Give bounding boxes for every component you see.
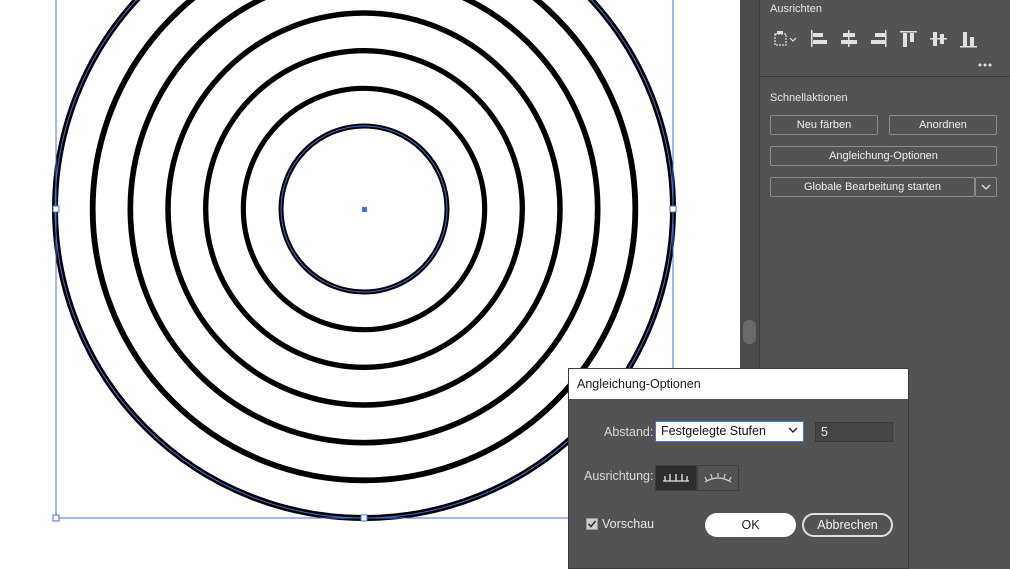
align-left-edges-icon[interactable] — [808, 28, 830, 50]
chevron-down-icon — [788, 427, 798, 433]
align-to-selection-icon[interactable] — [772, 28, 797, 50]
spacing-value: Festgelegte Stufen — [661, 424, 766, 438]
dialog-titlebar[interactable]: Angleichung-Optionen — [569, 369, 908, 399]
spacing-label: Abstand: — [604, 425, 654, 439]
selection-handle-bottom-left[interactable] — [52, 514, 60, 522]
global-edit-dropdown-button[interactable] — [975, 177, 997, 197]
quick-actions-title: Schnellaktionen — [770, 92, 848, 104]
steps-input[interactable]: 5 — [815, 422, 893, 442]
blend-options-dialog: Angleichung-Optionen Abstand: Festgelegt… — [568, 368, 909, 569]
preview-label[interactable]: Vorschau — [602, 517, 654, 531]
align-to-page-icon — [663, 474, 689, 482]
ok-button[interactable]: OK — [705, 513, 796, 537]
orientation-label: Ausrichtung: — [584, 469, 654, 483]
blend-options-button[interactable]: Angleichung-Optionen — [770, 146, 997, 166]
section-divider — [760, 76, 1010, 77]
align-right-edges-icon[interactable] — [868, 28, 890, 50]
align-horizontal-centers-icon[interactable] — [838, 28, 860, 50]
align-vertical-centers-icon[interactable] — [928, 28, 950, 50]
preview-checkbox[interactable] — [586, 518, 598, 530]
align-to-page-button[interactable] — [655, 465, 697, 491]
more-options-icon[interactable] — [976, 58, 994, 70]
checkmark-icon — [587, 520, 597, 528]
align-to-path-button[interactable] — [697, 465, 739, 491]
align-to-path-icon — [704, 473, 732, 483]
align-top-edges-icon[interactable] — [898, 28, 920, 50]
cancel-button[interactable]: Abbrechen — [802, 513, 893, 537]
dialog-title: Angleichung-Optionen — [577, 377, 701, 391]
arrange-button[interactable]: Anordnen — [889, 115, 997, 135]
center-point — [362, 207, 367, 212]
selection-handle-bottom[interactable] — [360, 514, 368, 522]
blend-ring[interactable] — [127, 0, 601, 446]
chevron-down-icon — [981, 184, 991, 190]
scrollbar-thumb[interactable] — [743, 320, 756, 344]
start-global-edit-button[interactable]: Globale Bearbeitung starten — [770, 177, 975, 197]
recolor-button[interactable]: Neu färben — [770, 115, 878, 135]
spacing-dropdown[interactable]: Festgelegte Stufen — [655, 421, 804, 442]
align-section-title: Ausrichten — [770, 3, 822, 15]
align-bottom-edges-icon[interactable] — [958, 28, 980, 50]
selection-handle-right[interactable] — [669, 205, 677, 213]
selection-handle-left[interactable] — [52, 205, 60, 213]
